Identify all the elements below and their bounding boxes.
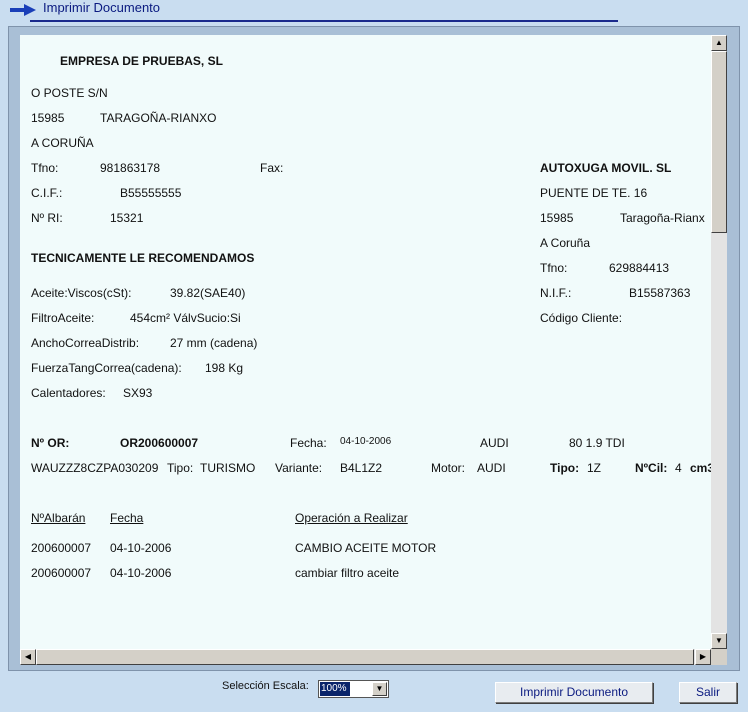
customer-nif-label: N.I.F.: — [540, 286, 572, 300]
exit-button[interactable]: Salir — [679, 682, 737, 703]
customer-address: PUENTE DE TE. 16 — [540, 186, 648, 200]
or-label: Nº OR: — [31, 436, 70, 450]
scroll-right-button[interactable]: ▶ — [695, 649, 711, 665]
print-button[interactable]: Imprimir Documento — [495, 682, 653, 703]
arrow-right-icon — [10, 4, 36, 16]
horizontal-scroll-thumb[interactable] — [36, 649, 694, 665]
customer-phone-label: Tfno: — [540, 261, 568, 275]
company-city: TARAGOÑA-RIANXO — [100, 111, 217, 125]
oil-value: 39.82(SAE40) — [170, 286, 246, 300]
chevron-down-icon[interactable]: ▼ — [372, 682, 387, 696]
cylinders-label: NºCil: — [635, 461, 668, 475]
table-cell-operacion: CAMBIO ACEITE MOTOR — [295, 541, 437, 555]
order-date-label: Fecha: — [290, 436, 327, 450]
window-title: Imprimir Documento — [43, 0, 161, 15]
order-date-value: 04-10-2006 — [340, 436, 392, 447]
horizontal-scrollbar[interactable]: ◀ ▶ — [20, 649, 711, 665]
title-divider — [30, 20, 618, 22]
customer-nif: B15587363 — [629, 286, 691, 300]
oil-label: Aceite:Viscos(cSt): — [31, 286, 132, 300]
company-phone-label: Tfno: — [31, 161, 59, 175]
vehicle-vin: WAUZZZ8CZPA030209 — [31, 461, 159, 475]
variant-value: B4L1Z2 — [340, 461, 383, 475]
motor-label: Motor: — [431, 461, 466, 475]
company-address: O POSTE S/N — [31, 86, 108, 100]
engine-type-value: 1Z — [587, 461, 602, 475]
vehicle-brand: AUDI — [480, 436, 509, 450]
displacement-label: cm3 — [690, 461, 712, 475]
table-cell-operacion: cambiar filtro aceite — [295, 566, 400, 580]
vehicle-model: 80 1.9 TDI — [569, 436, 625, 450]
customer-code-label: Código Cliente: — [540, 311, 623, 325]
company-province: A CORUÑA — [31, 136, 94, 150]
variant-label: Variante: — [275, 461, 323, 475]
heaters-value: SX93 — [123, 386, 153, 400]
company-phone: 981863178 — [100, 161, 161, 175]
company-ri: 15321 — [110, 211, 144, 225]
company-ri-label: Nº RI: — [31, 211, 63, 225]
scale-select-value: 100% — [320, 682, 350, 696]
table-cell-fecha: 04-10-2006 — [110, 566, 172, 580]
recommendations-heading: TECNICAMENTE LE RECOMENDAMOS — [31, 251, 255, 265]
heaters-label: Calentadores: — [31, 386, 106, 400]
vertical-scrollbar[interactable]: ▲ ▼ — [711, 35, 727, 649]
motor-value: AUDI — [477, 461, 506, 475]
company-fax-label: Fax: — [260, 161, 284, 175]
customer-postal-code: 15985 — [540, 211, 574, 225]
table-cell-albaran: 200600007 — [31, 566, 92, 580]
engine-type-label: Tipo: — [550, 461, 580, 475]
customer-province: A Coruña — [540, 236, 591, 250]
table-header-operacion: Operación a Realizar — [295, 511, 408, 525]
document-preview: EMPRESA DE PRUEBAS, SL O POSTE S/N 15985… — [20, 35, 712, 649]
vehicle-type-label: Tipo: — [167, 461, 194, 475]
company-cif: B55555555 — [120, 186, 182, 200]
table-header-fecha: Fecha — [110, 511, 144, 525]
belt-width-label: AnchoCorreaDistrib: — [31, 336, 140, 350]
vertical-scroll-thumb[interactable] — [711, 51, 727, 233]
company-cif-label: C.I.F.: — [31, 186, 63, 200]
title-bar: Imprimir Documento — [0, 0, 748, 24]
company-name: EMPRESA DE PRUEBAS, SL — [60, 54, 223, 68]
belt-width-value: 27 mm (cadena) — [170, 336, 258, 350]
belt-force-label: FuerzaTangCorrea(cadena): — [31, 361, 182, 375]
cylinders-value: 4 — [675, 461, 682, 475]
filter-value: 454cm² VálvSucio:Si — [130, 311, 241, 325]
table-cell-fecha: 04-10-2006 — [110, 541, 172, 555]
customer-name: AUTOXUGA MOVIL. SL — [540, 161, 672, 175]
or-value: OR200600007 — [120, 436, 199, 450]
vehicle-type-value: TURISMO — [200, 461, 256, 475]
table-header-albaran: NºAlbarán — [31, 511, 86, 525]
table-cell-albaran: 200600007 — [31, 541, 92, 555]
scroll-left-button[interactable]: ◀ — [20, 649, 36, 665]
scale-select[interactable]: 100% ▼ — [318, 680, 389, 698]
customer-phone: 629884413 — [609, 261, 670, 275]
scroll-down-button[interactable]: ▼ — [711, 633, 727, 649]
belt-force-value: 198 Kg — [205, 361, 244, 375]
filter-label: FiltroAceite: — [31, 311, 95, 325]
company-postal-code: 15985 — [31, 111, 65, 125]
scroll-up-button[interactable]: ▲ — [711, 35, 727, 51]
customer-city: Taragoña-Rianx — [620, 211, 705, 225]
scale-label: Selección Escala: — [222, 680, 309, 692]
scrollbar-corner — [711, 649, 727, 665]
